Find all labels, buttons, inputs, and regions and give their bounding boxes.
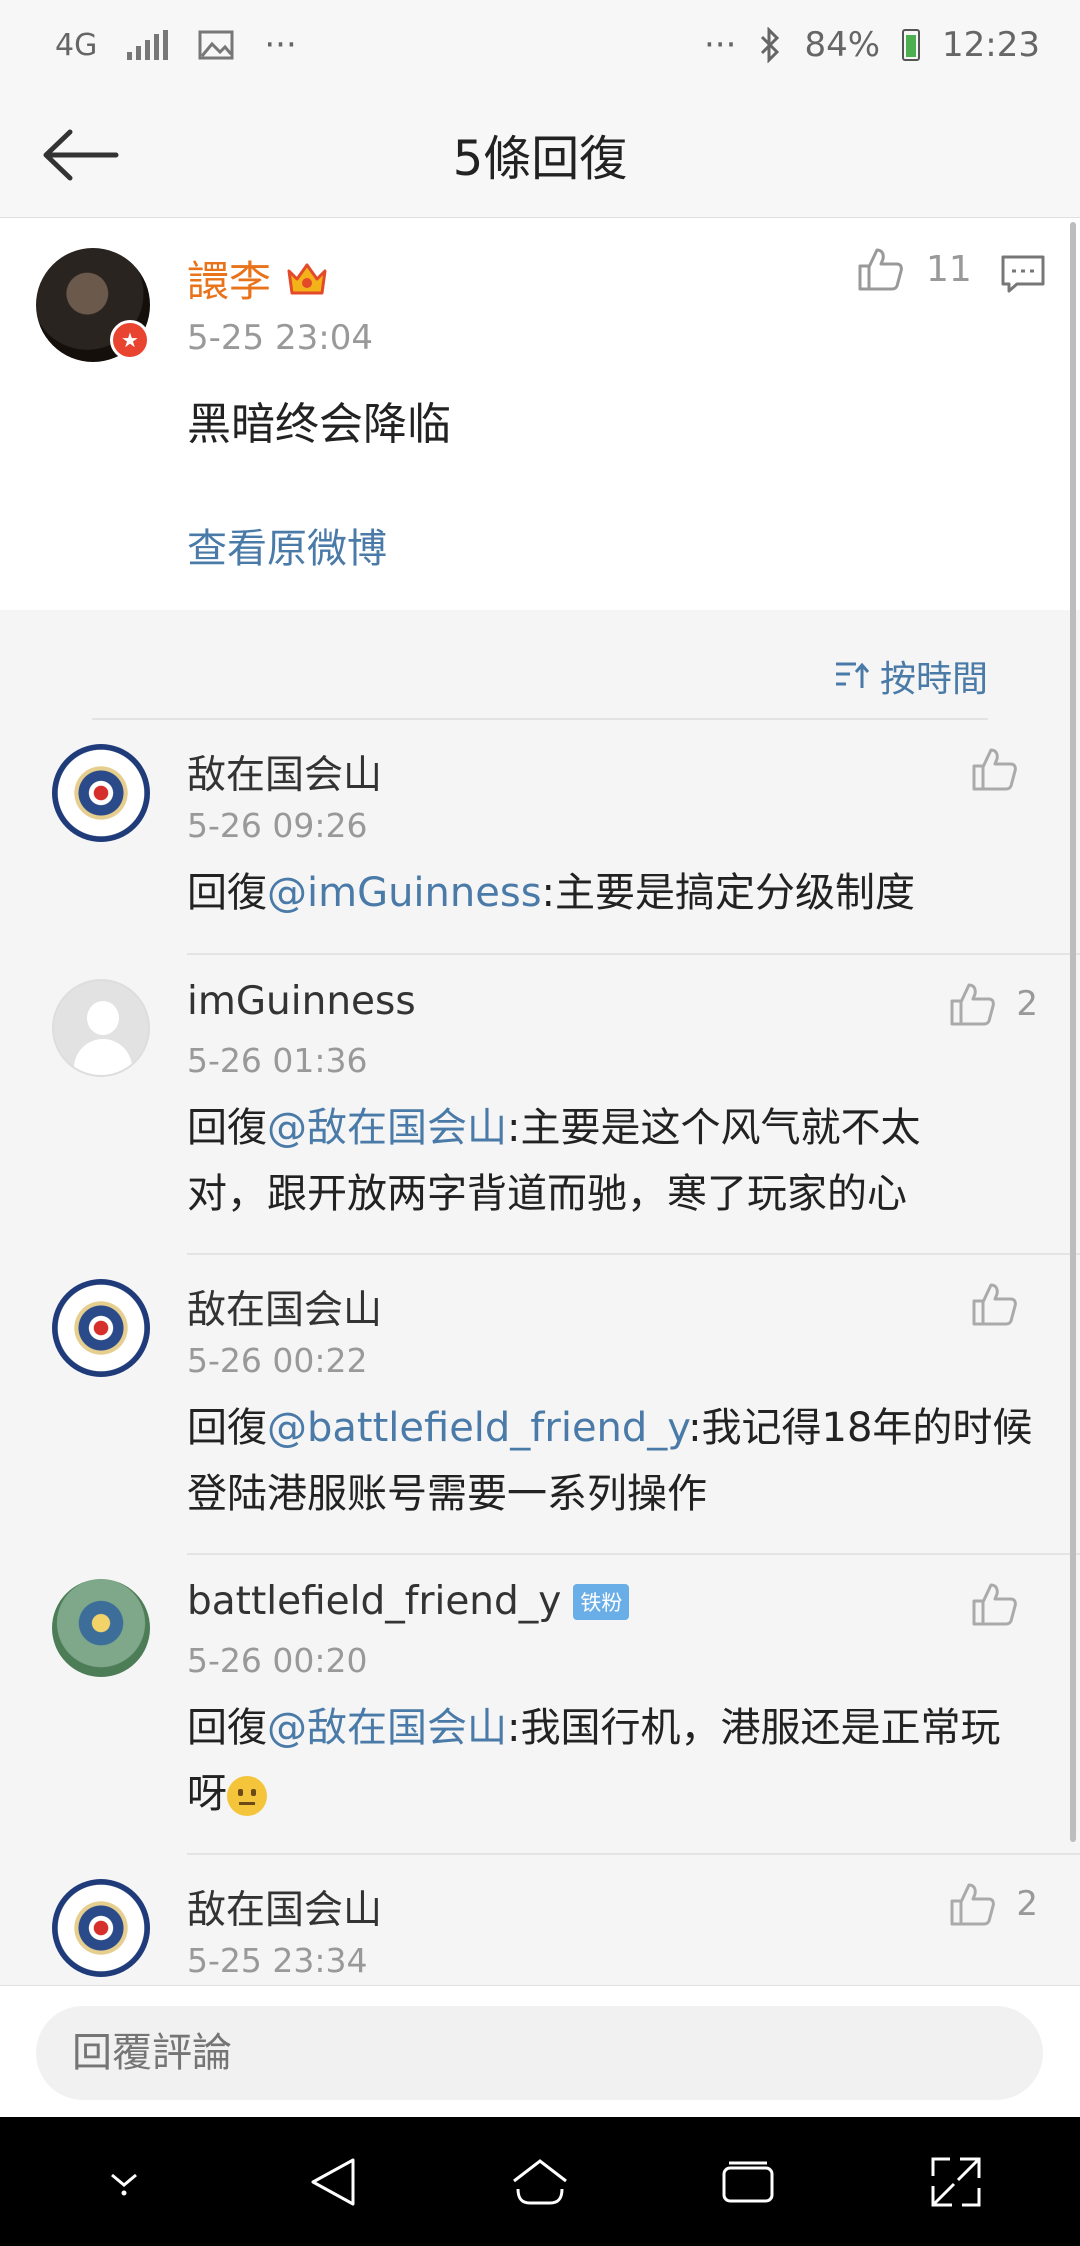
reply-text: 回復@敌在国会山:我国行机，港服还是正常玩呀 <box>187 1695 1007 1827</box>
nav-recents-button[interactable] <box>713 2147 783 2217</box>
mention-link[interactable]: @敌在国会山 <box>267 1105 507 1151</box>
reply-prefix: 回復 <box>187 1705 267 1751</box>
original-comment: ★ 譞李 5-25 23:04 黑暗终会降临 查看原微博 11 <box>0 218 1080 610</box>
more-notifications: ··· <box>264 25 297 65</box>
page-header: 5條回復 <box>0 90 1080 218</box>
hide-keyboard-button[interactable] <box>89 2147 159 2217</box>
sort-label: 按時間 <box>879 659 988 700</box>
like-count: 11 <box>926 248 972 290</box>
like-button[interactable]: 11 <box>856 246 972 292</box>
reply-author: 敌在国会山 <box>187 1879 382 1935</box>
timestamp: 5-26 00:22 <box>187 1341 368 1380</box>
reply-text: 回復@imGuinness:主要是搞定分级制度 <box>187 860 1037 926</box>
timestamp: 5-26 01:36 <box>187 1041 368 1080</box>
thumbs-up-icon <box>972 748 1017 791</box>
like-count: 2 <box>1016 984 1038 1024</box>
comment-author: 譞李 <box>187 248 329 309</box>
username[interactable]: 敌在国会山 <box>187 1279 382 1335</box>
reply-bar <box>0 1985 1080 2117</box>
reply-text: 回復@敌在国会山:主要是这个风气就不太对，跟开放两字背道而驰，寒了玩家的心 <box>187 1095 987 1227</box>
nav-back-button[interactable] <box>297 2147 367 2217</box>
reply-item: battlefield_friend_y 铁粉 5-26 00:20 回復@敌在… <box>0 1555 1080 1855</box>
username[interactable]: 譞李 <box>187 248 271 309</box>
sort-icon <box>835 662 870 688</box>
reply-icon[interactable] <box>1000 254 1046 294</box>
thinking-emoji-icon <box>227 1776 267 1816</box>
timestamp: 5-25 23:34 <box>187 1941 368 1980</box>
reply-author: imGuinness <box>187 979 416 1024</box>
reply-item: 敌在国会山 5-25 23:34 2 <box>0 1855 1080 1985</box>
username[interactable]: imGuinness <box>187 979 416 1024</box>
mention-link[interactable]: @敌在国会山 <box>267 1705 507 1751</box>
reply-prefix: 回復 <box>187 870 267 916</box>
like-button[interactable]: 2 <box>948 981 1038 1027</box>
back-arrow-icon[interactable] <box>40 120 120 190</box>
thumbs-up-icon <box>858 248 903 291</box>
username[interactable]: 敌在国会山 <box>187 744 382 800</box>
expand-icon <box>931 2157 981 2206</box>
avatar[interactable] <box>52 744 150 842</box>
home-icon <box>513 2158 567 2204</box>
thumbs-up-icon <box>950 1883 996 1926</box>
timestamp: 5-26 09:26 <box>187 806 368 845</box>
crown-icon <box>287 263 327 294</box>
comment-text: 黑暗终会降临 <box>187 399 451 450</box>
signal-icon <box>127 30 169 60</box>
username[interactable]: 敌在国会山 <box>187 1879 382 1935</box>
thumbs-up-icon <box>972 1583 1017 1626</box>
reply-item: imGuinness 5-26 01:36 回復@敌在国会山:主要是这个风气就不… <box>0 955 1080 1255</box>
avatar[interactable] <box>52 1579 150 1677</box>
thumbs-up-icon <box>972 1283 1017 1326</box>
reply-prefix: 回復 <box>187 1105 267 1151</box>
reply-input[interactable] <box>36 2006 1043 2100</box>
battery-icon <box>902 29 921 61</box>
clock: 12:23 <box>942 25 1040 65</box>
view-original-link[interactable]: 查看原微博 <box>187 516 387 574</box>
timestamp: 5-25 23:04 <box>187 318 373 358</box>
avatar[interactable] <box>52 1279 150 1377</box>
reply-item: 敌在国会山 5-26 09:26 回復@imGuinness:主要是搞定分级制度 <box>0 720 1080 955</box>
network-indicator: 4G <box>55 27 98 63</box>
reply-body: :主要是搞定分级制度 <box>541 870 916 916</box>
avatar[interactable] <box>52 979 150 1077</box>
triangle-back-icon <box>311 2158 355 2205</box>
mention-link[interactable]: @battlefield_friend_y <box>267 1405 688 1451</box>
like-button[interactable]: 2 <box>948 1881 1038 1927</box>
status-bar: 4G ··· ··· 84% 12:23 <box>0 0 1080 90</box>
thumbs-up-icon <box>950 983 996 1026</box>
reply-author: battlefield_friend_y 铁粉 <box>187 1579 630 1624</box>
like-button[interactable] <box>970 746 1038 792</box>
reply-author: 敌在国会山 <box>187 744 382 800</box>
like-button[interactable] <box>970 1281 1038 1327</box>
like-button[interactable] <box>970 1581 1038 1627</box>
image-icon <box>198 30 234 60</box>
page-title: 5條回復 <box>452 130 628 187</box>
recents-icon <box>722 2161 774 2202</box>
mention-link[interactable]: @imGuinness <box>267 870 542 916</box>
timestamp: 5-26 00:20 <box>187 1641 368 1680</box>
bluetooth-icon <box>761 27 780 63</box>
reply-item: 敌在国会山 5-26 00:22 回復@battlefield_friend_y… <box>0 1255 1080 1555</box>
scrollbar[interactable] <box>1070 222 1076 1842</box>
reply-text: 回復@battlefield_friend_y:我记得18年的时候登陆港服账号需… <box>187 1395 1037 1527</box>
more-status: ··· <box>704 25 737 65</box>
expand-button[interactable] <box>921 2147 991 2217</box>
like-count: 2 <box>1016 1884 1038 1924</box>
reply-author: 敌在国会山 <box>187 1279 382 1335</box>
fan-badge: 铁粉 <box>573 1583 630 1620</box>
reply-prefix: 回復 <box>187 1405 267 1451</box>
sort-bar: 按時間 <box>0 610 1080 720</box>
battery-percent: 84% <box>804 25 881 65</box>
system-nav-bar <box>0 2117 1080 2246</box>
sort-toggle[interactable]: 按時間 <box>834 650 988 702</box>
avatar[interactable] <box>52 1879 150 1977</box>
nav-home-button[interactable] <box>505 2147 575 2217</box>
verified-badge-icon: ★ <box>110 320 150 360</box>
username[interactable]: battlefield_friend_y <box>187 1579 561 1624</box>
chevron-down-icon <box>111 2173 137 2195</box>
